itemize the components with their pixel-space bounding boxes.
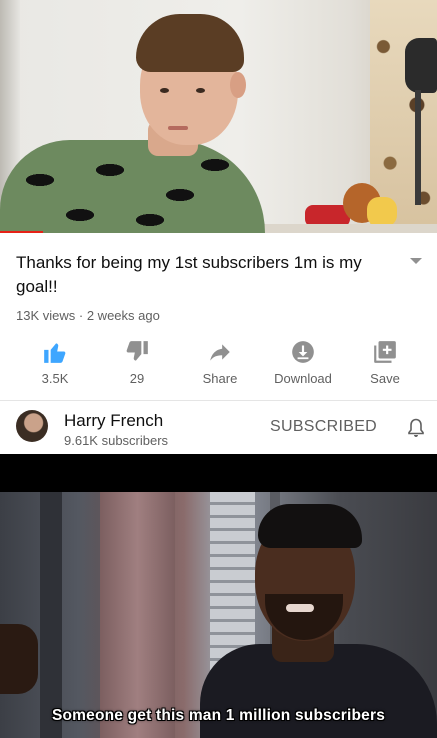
like-button[interactable]: 3.5K [16,336,94,392]
like-count: 3.5K [41,371,69,386]
subscribed-button[interactable]: SUBSCRIBED [270,418,377,436]
video-info-panel: Thanks for being my 1st subscribers 1m i… [0,233,437,454]
save-button[interactable]: Save [346,336,424,392]
thumbs-down-icon [126,341,148,361]
upload-age: 2 weeks ago [86,308,160,323]
video-title: Thanks for being my 1st subscribers 1m i… [16,253,362,296]
save-to-playlist-icon [374,341,396,363]
bell-icon[interactable] [407,418,425,438]
dislike-count: 29 [129,371,145,386]
dislike-button[interactable]: 29 [98,336,176,392]
raised-fist [0,624,38,694]
download-label: Download [274,371,332,386]
channel-name[interactable]: Harry French [64,411,163,431]
boy-in-video [0,0,437,233]
share-button[interactable]: Share [181,336,259,392]
channel-row: Harry French 9.61K subscribers SUBSCRIBE… [0,401,437,454]
meme-image [0,454,437,738]
video-player[interactable] [0,0,437,233]
view-count: 13K views [16,308,76,323]
channel-subscriber-count: 9.61K subscribers [64,433,169,448]
share-label: Share [202,371,238,386]
save-label: Save [370,371,400,386]
download-icon [292,341,314,363]
meta-separator: · [78,308,84,323]
share-icon [210,344,230,361]
channel-avatar[interactable] [16,410,48,442]
chevron-down-icon[interactable] [409,256,423,266]
action-bar: 3.5K 29 Share Download Save [0,336,437,396]
thumbs-up-icon [44,343,66,363]
meme-caption: Someone get this man 1 million subscribe… [51,707,386,724]
download-button[interactable]: Download [264,336,342,392]
video-meta: 13K views · 2 weeks ago [16,308,160,323]
